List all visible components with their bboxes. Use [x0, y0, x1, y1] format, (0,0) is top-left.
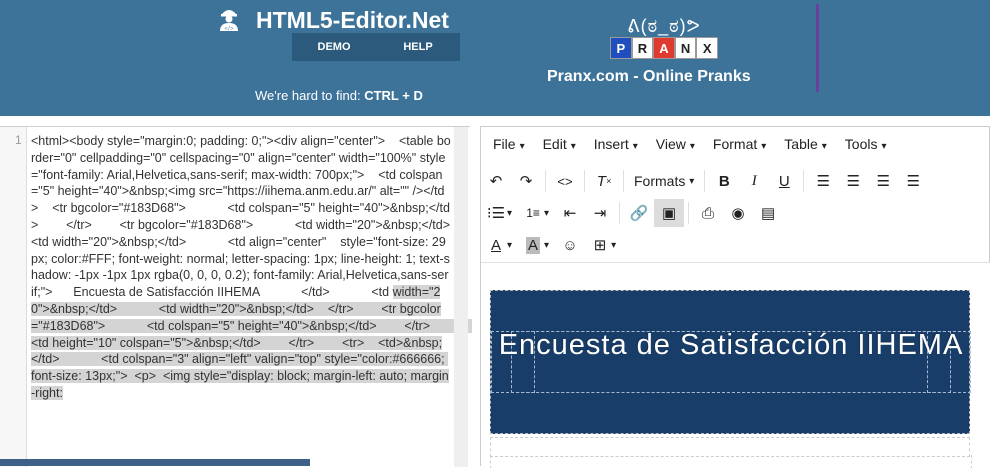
toolbar-separator — [584, 170, 585, 192]
help-button[interactable]: HELP — [376, 33, 460, 61]
site-header: </> HTML5-Editor.Net DEMO HELP We're har… — [0, 0, 990, 116]
pranx-ad[interactable]: ᕕ(ಠ_ಠ)ᕗ P R A N X — [610, 16, 718, 59]
underline-icon[interactable]: U — [769, 167, 799, 195]
align-right-icon[interactable]: ☰ — [868, 167, 898, 195]
menu-edit[interactable]: Edit — [543, 136, 576, 152]
pranx-letter-x: X — [696, 37, 718, 59]
align-justify-icon[interactable]: ☰ — [898, 167, 928, 195]
menu-insert[interactable]: Insert — [594, 136, 638, 152]
menu-format[interactable]: Format — [713, 136, 766, 152]
outdent-icon[interactable]: ⇤ — [555, 199, 585, 227]
emoticons-icon[interactable]: ☺ — [555, 231, 585, 259]
developer-avatar-icon: </> — [216, 5, 242, 36]
italic-icon[interactable]: I — [739, 167, 769, 195]
toolbar-separator — [803, 170, 805, 192]
toolbar-separator — [623, 170, 624, 192]
pranx-face-logo: ᕕ(ಠ_ಠ)ᕗ — [627, 16, 701, 36]
svg-text:</>: </> — [224, 26, 233, 31]
toolbar-row-1: ↶ ↷ <> T × Formats ▾ B I U ☰ ☰ ☰ ☰ — [481, 165, 990, 197]
print-icon[interactable]: ⎙ — [693, 199, 723, 227]
menu-view[interactable]: View — [656, 136, 695, 152]
menu-tools[interactable]: Tools — [845, 136, 887, 152]
chevron-down-icon[interactable]: ▾ — [544, 240, 549, 251]
line-gutter: 1 — [0, 127, 27, 467]
chevron-down-icon[interactable]: ▾ — [507, 240, 512, 251]
toolbar-row-2: ⁝☰ ▾ 1≡ ▾ ⇤ ⇥ 🔗 ▣ ⎙ ◉ ▤ — [481, 197, 990, 229]
toolbar-separator — [688, 202, 690, 224]
source-code-icon[interactable]: <> — [550, 167, 580, 195]
ad-divider — [816, 4, 819, 92]
hint-shortcut: CTRL + D — [364, 88, 423, 103]
editor-menubar: File Edit Insert View Format Table Tools — [481, 127, 990, 161]
code-selection: width="20">&nbsp;</td> <td width="20">&n… — [31, 285, 472, 400]
indent-icon[interactable]: ⇥ — [585, 199, 615, 227]
pranx-letter-p: P — [610, 37, 632, 59]
link-icon[interactable]: 🔗 — [624, 199, 654, 227]
toolbar-separator — [545, 170, 546, 192]
toolbar-row-3: A ▾ A ▾ ☺ ⊞ ▾ — [481, 229, 990, 261]
html-source-code[interactable]: <html><body style="margin:0; padding: 0;… — [31, 133, 472, 402]
bold-icon[interactable]: B — [709, 167, 739, 195]
formats-dropdown[interactable]: Formats ▾ — [628, 167, 700, 195]
toolbar-separator — [704, 170, 706, 192]
media-icon[interactable]: ▤ — [753, 199, 783, 227]
demo-button[interactable]: DEMO — [292, 33, 376, 61]
pranx-letter-a: A — [653, 37, 675, 59]
hint-text: We're hard to find: — [255, 88, 361, 103]
menu-file[interactable]: File — [493, 136, 525, 152]
line-number: 1 — [15, 133, 22, 147]
bookmark-hint: We're hard to find: CTRL + D — [255, 88, 423, 103]
redo-icon[interactable]: ↷ — [511, 167, 541, 195]
pranx-letters: P R A N X — [610, 37, 718, 59]
code-text: <html><body style="margin:0; padding: 0;… — [31, 134, 451, 300]
survey-title: Encuesta de Satisfacción IIHEMA — [498, 329, 964, 361]
pranx-caption[interactable]: Pranx.com - Online Pranks — [547, 68, 751, 86]
source-vertical-scrollbar[interactable] — [454, 127, 468, 467]
editor-content-area[interactable]: Encuesta de Satisfacción IIHEMA — [481, 262, 990, 468]
site-title: HTML5-Editor.Net — [256, 6, 449, 33]
formats-label: Formats — [634, 173, 686, 189]
toolbar-separator — [619, 202, 621, 224]
table-guide — [490, 437, 970, 457]
align-left-icon[interactable]: ☰ — [808, 167, 838, 195]
chevron-down-icon: ▾ — [689, 175, 695, 187]
pranx-letter-r: R — [631, 37, 654, 59]
undo-icon[interactable]: ↶ — [481, 167, 511, 195]
html-source-pane[interactable]: 1 <html><body style="margin:0; padding: … — [0, 126, 472, 467]
wysiwyg-editor: File Edit Insert View Format Table Tools… — [480, 126, 990, 468]
align-center-icon[interactable]: ☰ — [838, 167, 868, 195]
chevron-down-icon[interactable]: ▾ — [507, 208, 512, 219]
pranx-letter-n: N — [674, 37, 697, 59]
chevron-down-icon[interactable]: ▾ — [544, 208, 549, 219]
source-horizontal-scrollbar[interactable] — [0, 459, 310, 466]
image-icon[interactable]: ▣ — [654, 199, 685, 227]
menu-table[interactable]: Table — [784, 136, 827, 152]
chevron-down-icon[interactable]: ▾ — [611, 240, 616, 251]
site-nav: DEMO HELP — [292, 33, 460, 61]
preview-icon[interactable]: ◉ — [723, 199, 753, 227]
brand[interactable]: </> HTML5-Editor.Net — [216, 4, 449, 36]
table-guide — [490, 455, 972, 468]
email-header-table: Encuesta de Satisfacción IIHEMA — [490, 290, 971, 434]
clear-formatting-icon[interactable]: T × — [589, 167, 619, 195]
